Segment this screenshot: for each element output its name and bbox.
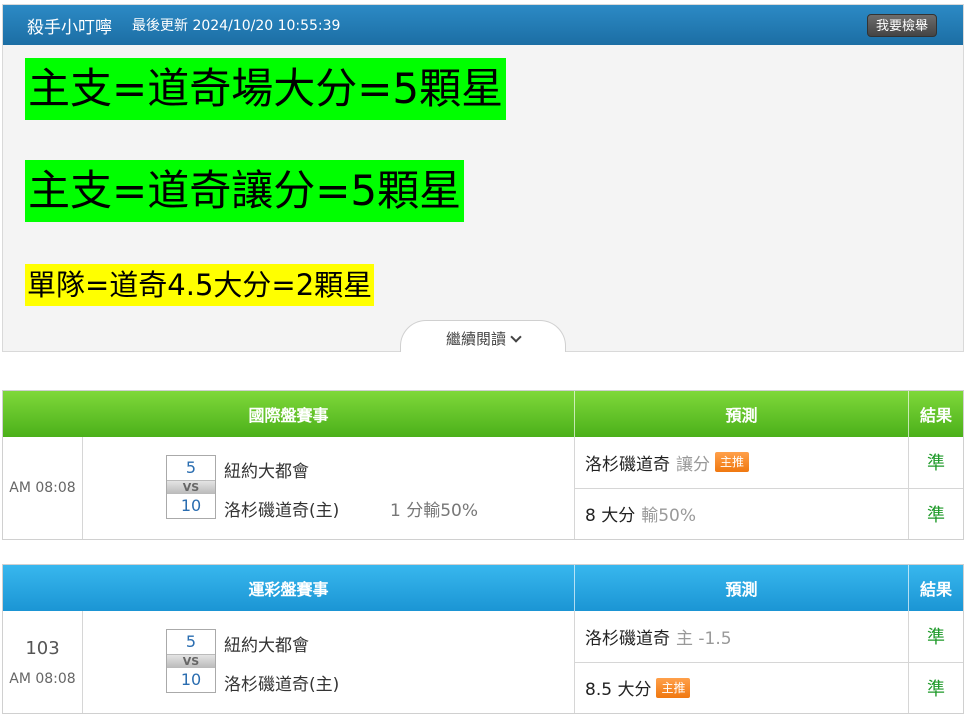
chevron-down-icon [510, 331, 522, 343]
headline-main-over: 主支=道奇場大分=5顆星 [25, 58, 507, 120]
result-status: 準 [909, 437, 963, 489]
prediction-outcome: 輸50% [641, 506, 697, 527]
prediction-column: 洛杉磯道奇 讓分 主推 8 大分 輸50% [575, 437, 909, 539]
away-score: 5 [185, 458, 197, 477]
prediction-item: 8.5 大分 主推 [575, 663, 908, 714]
prediction-pick: 8.5 大分 [585, 680, 652, 701]
scoreboard: 5 VS 10 [166, 455, 216, 519]
scoreboard: 5 VS 10 [166, 629, 216, 693]
match-cell: 5 VS 10 紐約大都會 洛杉磯道奇(主) 1 分輸50% [83, 437, 575, 539]
article-header: 殺手小叮嚀 最後更新 2024/10/20 10:55:39 我要檢舉 [3, 5, 963, 45]
recommend-badge: 主推 [715, 452, 750, 473]
home-score: 10 [180, 670, 202, 689]
prediction-pick: 8 大分 [585, 506, 636, 527]
home-team[interactable]: 洛杉磯道奇(主) [224, 496, 339, 521]
prediction-type: 主 -1.5 [676, 628, 732, 649]
read-more-button[interactable]: 繼續閱讀 [400, 320, 566, 352]
author-name[interactable]: 殺手小叮嚀 [27, 13, 112, 38]
prediction-item: 洛杉磯道奇 讓分 主推 [575, 437, 908, 489]
headline-main-spread: 主支=道奇讓分=5顆星 [25, 160, 465, 222]
vs-label: VS [167, 654, 215, 668]
header-prediction: 預測 [575, 391, 909, 437]
header-match: 國際盤賽事 [3, 391, 575, 437]
prediction-pick: 洛杉磯道奇 [585, 454, 670, 475]
prediction-pick: 洛杉磯道奇 [585, 628, 670, 649]
away-team[interactable]: 紐約大都會 [224, 631, 309, 656]
read-more-label: 繼續閱讀 [445, 330, 506, 348]
result-column: 準 準 [909, 437, 963, 539]
result-status: 準 [927, 504, 945, 526]
prediction-item: 洛杉磯道奇 主 -1.5 [575, 611, 908, 663]
table-header: 國際盤賽事 預測 結果 [3, 391, 963, 437]
report-button[interactable]: 我要檢舉 [866, 14, 937, 37]
game-time: AM 08:08 [9, 670, 76, 687]
headline-single-over: 單隊=道奇4.5大分=2顆星 [25, 264, 375, 306]
away-score: 5 [185, 632, 197, 651]
match-cell: 5 VS 10 紐約大都會 洛杉磯道奇(主) [83, 611, 575, 713]
table-row: AM 08:08 5 VS 10 紐約大都會 洛杉磯道奇(主) 1 分輸50% … [3, 437, 963, 539]
result-status: 準 [909, 611, 963, 663]
game-time-cell: AM 08:08 [3, 437, 83, 539]
away-team[interactable]: 紐約大都會 [224, 457, 309, 482]
prediction-item: 8 大分 輸50% [575, 489, 908, 540]
recommend-badge: 主推 [656, 677, 691, 698]
header-result: 結果 [919, 406, 952, 425]
header-prediction: 預測 [575, 565, 909, 611]
game-number: 103 [25, 637, 60, 659]
table-row: 103 AM 08:08 5 VS 10 紐約大都會 洛杉磯道奇(主) 洛杉磯道… [3, 611, 963, 713]
prediction-type: 讓分 [676, 454, 710, 475]
game-time: AM 08:08 [9, 480, 76, 496]
sports-lottery-table: 運彩盤賽事 預測 結果 103 AM 08:08 5 VS 10 紐約大都會 洛… [2, 564, 964, 714]
last-updated: 最後更新 2024/10/20 10:55:39 [132, 18, 341, 34]
table-header: 運彩盤賽事 預測 結果 [3, 565, 963, 611]
header-result: 結果 [919, 580, 952, 599]
result-status: 準 [927, 678, 945, 700]
vs-label: VS [167, 480, 215, 494]
header-match: 運彩盤賽事 [3, 565, 575, 611]
prediction-column: 洛杉磯道奇 主 -1.5 8.5 大分 主推 [575, 611, 909, 713]
game-time-cell: 103 AM 08:08 [3, 611, 83, 713]
intl-odds-table: 國際盤賽事 預測 結果 AM 08:08 5 VS 10 紐約大都會 洛杉磯道奇… [2, 390, 964, 540]
home-team[interactable]: 洛杉磯道奇(主) [224, 670, 339, 695]
spread-info: 1 分輸50% [390, 501, 479, 521]
home-score: 10 [180, 496, 202, 515]
result-column: 準 準 [909, 611, 963, 713]
